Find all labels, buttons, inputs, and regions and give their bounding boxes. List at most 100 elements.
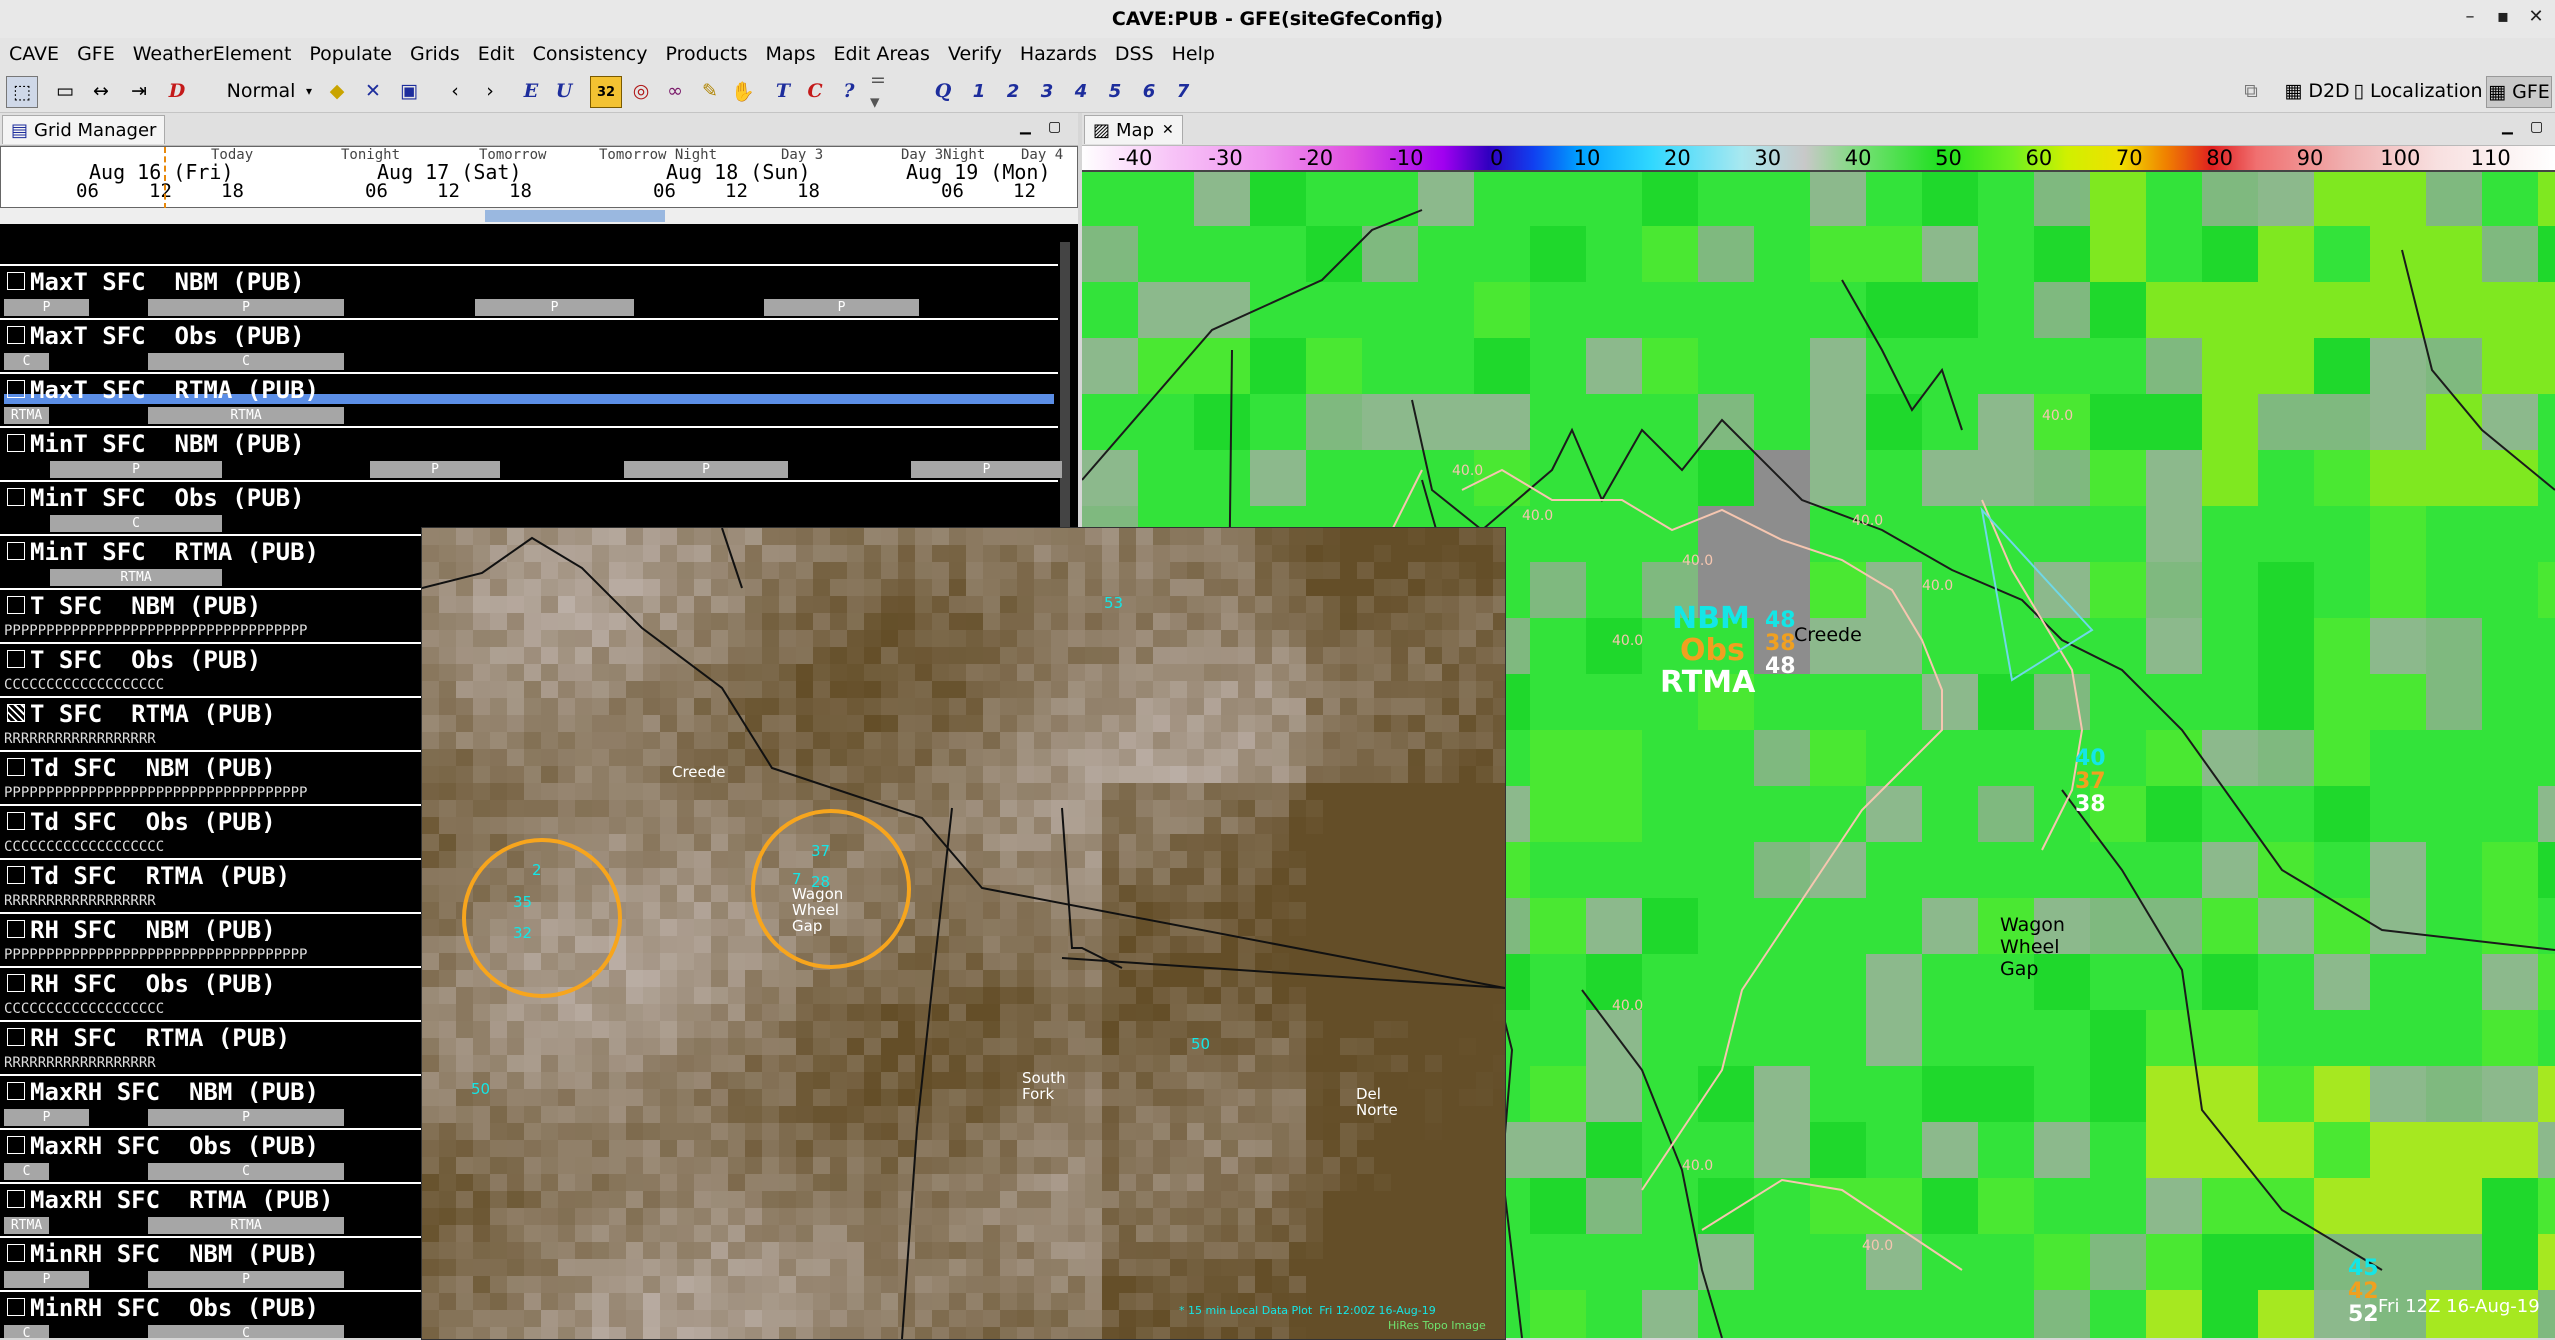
row-select-checkbox[interactable]: [7, 1082, 25, 1100]
menu-help[interactable]: Help: [1163, 43, 1224, 65]
grid-block[interactable]: RTMA: [4, 407, 49, 424]
badge-32-icon[interactable]: 32: [590, 76, 622, 108]
perspective-icon[interactable]: ⧉: [2236, 76, 2266, 106]
grid-block[interactable]: P: [148, 1109, 344, 1126]
row-select-checkbox[interactable]: [7, 326, 25, 344]
row-select-checkbox[interactable]: [7, 272, 25, 290]
e-tool-icon[interactable]: E: [516, 76, 546, 106]
gfe-perspective-button[interactable]: ▦ GFE: [2486, 76, 2552, 108]
hand-icon[interactable]: ✋: [728, 76, 758, 106]
row-select-checkbox[interactable]: [7, 866, 25, 884]
row-select-checkbox[interactable]: [7, 1244, 25, 1262]
num-5-button[interactable]: 5: [1100, 76, 1130, 106]
grid-block[interactable]: P: [764, 299, 919, 316]
grid-block[interactable]: C: [148, 1325, 344, 1338]
row-select-checkbox[interactable]: [7, 596, 25, 614]
d-tool-icon[interactable]: D: [162, 76, 192, 106]
row-select-checkbox[interactable]: [7, 1028, 25, 1046]
grid-block[interactable]: P: [4, 299, 89, 316]
menu-weather-element[interactable]: WeatherElement: [124, 43, 301, 65]
tab-map[interactable]: ▨ Map ✕: [1084, 115, 1183, 144]
row-select-checkbox[interactable]: [7, 812, 25, 830]
menu-edit[interactable]: Edit: [469, 43, 524, 65]
num-3-button[interactable]: 3: [1032, 76, 1062, 106]
menu-products[interactable]: Products: [656, 43, 756, 65]
grid-block[interactable]: C: [148, 353, 344, 370]
row-select-checkbox[interactable]: [7, 542, 25, 560]
pencil-icon[interactable]: ◆: [322, 76, 352, 106]
time-shift-icon[interactable]: ↔: [86, 76, 116, 106]
equals-dropdown-icon[interactable]: = ▾: [870, 69, 900, 113]
color-bar[interactable]: -40 -30 -20 -10 0 10 20 30 40 50 60 70 80 90 100 110: [1082, 146, 2555, 172]
grid-block[interactable]: RTMA: [50, 569, 222, 586]
contour-icon[interactable]: ✕: [358, 76, 388, 106]
menu-edit-areas[interactable]: Edit Areas: [825, 43, 939, 65]
row-select-checkbox[interactable]: [7, 650, 25, 668]
maximize-map-icon[interactable]: ▢: [2530, 119, 2543, 135]
num-6-button[interactable]: 6: [1134, 76, 1164, 106]
grid-block[interactable]: P: [624, 461, 788, 478]
localization-perspective-button[interactable]: ▯ Localization: [2353, 76, 2482, 106]
u-tool-icon[interactable]: U: [549, 76, 579, 106]
menu-verify[interactable]: Verify: [939, 43, 1011, 65]
grid-block[interactable]: C: [4, 1163, 49, 1180]
row-select-checkbox[interactable]: [7, 758, 25, 776]
horizontal-scrollbar[interactable]: [0, 208, 1078, 224]
row-select-checkbox[interactable]: [7, 1298, 25, 1316]
save-icon[interactable]: ▣: [394, 76, 424, 106]
menu-populate[interactable]: Populate: [300, 43, 401, 65]
grid-block[interactable]: P: [4, 1271, 89, 1288]
q-tool-icon[interactable]: Q: [928, 76, 958, 106]
c-tool-icon[interactable]: C: [800, 76, 830, 106]
maximize-button[interactable]: ▪: [2488, 6, 2518, 32]
scrollbar-thumb[interactable]: [485, 210, 665, 222]
grid-row[interactable]: MaxT SFC Obs (PUB) C C: [0, 318, 1058, 372]
row-select-checkbox[interactable]: [7, 434, 25, 452]
grid-row[interactable]: MaxT SFC NBM (PUB) P P P P: [0, 264, 1058, 318]
row-select-checkbox[interactable]: [7, 1136, 25, 1154]
grid-block[interactable]: C: [4, 1325, 49, 1338]
grid-block[interactable]: P: [475, 299, 634, 316]
menu-gfe[interactable]: GFE: [68, 43, 124, 65]
d2d-perspective-button[interactable]: ▦ D2D: [2282, 76, 2352, 106]
menu-grids[interactable]: Grids: [401, 43, 469, 65]
menu-hazards[interactable]: Hazards: [1011, 43, 1106, 65]
num-4-button[interactable]: 4: [1066, 76, 1096, 106]
minimize-button[interactable]: –: [2455, 6, 2485, 32]
forward-arrow-icon[interactable]: ›: [475, 76, 505, 106]
help-tool-icon[interactable]: ?: [834, 76, 864, 106]
close-button[interactable]: ✕: [2521, 6, 2551, 32]
tab-grid-manager[interactable]: ▤ Grid Manager: [2, 115, 166, 144]
num-2-button[interactable]: 2: [998, 76, 1028, 106]
minimize-panel-icon[interactable]: ▁: [1020, 119, 1031, 135]
time-axis[interactable]: Today Tonight Tomorrow Tomorrow Night Da…: [0, 146, 1078, 209]
t-tool-icon[interactable]: T: [768, 76, 798, 106]
time-jump-icon[interactable]: ⇥: [124, 76, 154, 106]
brush-icon[interactable]: ✎: [695, 76, 725, 106]
minimize-map-icon[interactable]: ▁: [2502, 119, 2513, 135]
grid-row[interactable]: MaxT SFC RTMA (PUB) RTMA RTMA: [0, 372, 1058, 426]
grid-block[interactable]: P: [911, 461, 1062, 478]
grid-block[interactable]: C: [148, 1163, 344, 1180]
row-select-checkbox[interactable]: [7, 704, 25, 722]
grid-block[interactable]: P: [50, 461, 222, 478]
back-arrow-icon[interactable]: ‹: [440, 76, 470, 106]
grid-block[interactable]: C: [50, 515, 222, 532]
binoculars-icon[interactable]: ∞: [660, 76, 690, 106]
grid-block[interactable]: P: [148, 299, 344, 316]
row-select-checkbox[interactable]: [7, 974, 25, 992]
row-select-checkbox[interactable]: [7, 1190, 25, 1208]
select-pointer-icon[interactable]: ⬚: [6, 76, 38, 108]
close-tab-icon[interactable]: ✕: [1162, 122, 1174, 138]
grid-row[interactable]: MinT SFC Obs (PUB) C: [0, 480, 1058, 534]
grid-block[interactable]: C: [4, 353, 49, 370]
grid-row[interactable]: MinT SFC NBM (PUB) P P P P: [0, 426, 1062, 480]
grid-block[interactable]: P: [4, 1109, 89, 1126]
mode-selector[interactable]: Normal: [216, 76, 306, 106]
target-icon[interactable]: ◎: [626, 76, 656, 106]
mode-dropdown-icon[interactable]: ▾: [302, 76, 316, 106]
row-select-checkbox[interactable]: [7, 380, 25, 398]
grid-block[interactable]: P: [148, 1271, 344, 1288]
row-select-checkbox[interactable]: [7, 920, 25, 938]
grid-block[interactable]: RTMA: [148, 1217, 344, 1234]
